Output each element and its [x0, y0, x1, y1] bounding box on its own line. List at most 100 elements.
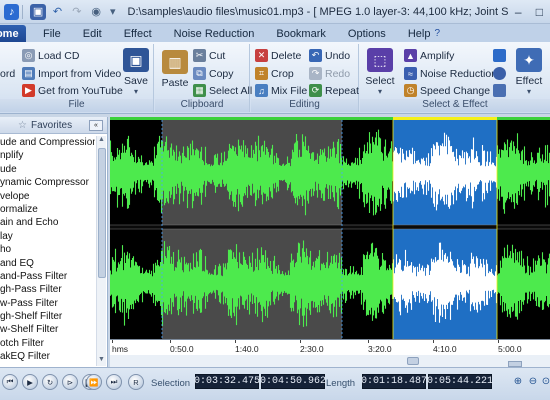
zoom-in-icon[interactable]: ⊕ — [511, 374, 525, 388]
maximize-button[interactable]: □ — [529, 2, 550, 22]
tab-edit[interactable]: Edit — [72, 25, 113, 42]
tab-bookmark[interactable]: Bookmark — [265, 25, 337, 42]
ruler-label: 1:40.0 — [235, 344, 259, 354]
fast-forward-icon[interactable]: ⏩ — [86, 374, 102, 390]
delete-button[interactable]: ✕ Delete — [255, 49, 301, 62]
scroll-up-icon[interactable]: ▲ — [97, 136, 106, 146]
loop-icon[interactable]: ↻ — [42, 374, 58, 390]
repeat-icon: ⟳ — [309, 84, 322, 97]
favorites-scrollbar[interactable]: ▲ ▼ — [96, 136, 106, 366]
favorite-item[interactable]: ho — [0, 243, 95, 256]
minimize-button[interactable]: – — [508, 2, 529, 22]
favorites-list: ude and Compression nplify ude ynamic Compr… — [0, 136, 95, 364]
favorite-item[interactable]: ude and Compression — [0, 136, 95, 149]
total-length-field: 0:05:44.221 — [427, 374, 494, 389]
eq-icon[interactable] — [493, 84, 506, 97]
group-select-effect: ⬚ Select ▾ ▲ Amplify ≈ Noise Reduction ◷ Spee… — [360, 44, 550, 112]
zoom-fit-icon[interactable]: ⊙ — [539, 374, 550, 388]
mix-file-button[interactable]: ♫ Mix File — [255, 84, 307, 97]
effect-button[interactable]: ✦ Effect ▾ — [512, 48, 546, 96]
play-selection-icon[interactable]: ⊳ — [62, 374, 78, 390]
selection-end-field[interactable]: 0:04:50.962 — [260, 374, 326, 389]
save-icon[interactable]: ▣ — [30, 3, 46, 20]
crop-button[interactable]: ⌗ Crop — [255, 67, 294, 80]
repeat-label: Repeat — [325, 84, 359, 97]
speed-change-label: Speed Change — [420, 84, 491, 97]
favorite-item[interactable]: ain and Echo — [0, 216, 95, 229]
favorite-item[interactable]: w-Shelf Filter — [0, 323, 95, 336]
echo-icon[interactable] — [493, 67, 506, 80]
speed-change-button[interactable]: ◷ Speed Change — [404, 84, 490, 97]
tab-home[interactable]: Home — [0, 25, 26, 42]
pin-icon[interactable]: « — [89, 120, 103, 131]
tab-label: Home — [0, 27, 19, 40]
scrollbar-thumb[interactable] — [98, 148, 106, 278]
customize-icon[interactable]: ▾ — [108, 4, 118, 20]
fade-icon[interactable] — [493, 49, 506, 62]
load-cd-button[interactable]: ◎ Load CD — [22, 49, 79, 62]
amplify-label: Amplify — [420, 49, 455, 62]
favorite-item[interactable]: and EQ — [0, 257, 95, 270]
play-icon[interactable]: ▶ — [22, 374, 38, 390]
favorite-item[interactable]: nplify — [0, 149, 95, 162]
select-label: Select — [365, 75, 395, 87]
scrollbar-thumb[interactable] — [407, 357, 419, 365]
undo-button[interactable]: ↶ Undo — [309, 49, 350, 62]
scroll-down-icon[interactable]: ▼ — [97, 356, 106, 366]
waveform-view[interactable] — [110, 117, 550, 339]
import-video-label: Import from Video — [38, 67, 122, 80]
favorite-item[interactable]: and-Pass Filter — [0, 270, 95, 283]
record-button[interactable]: ord — [0, 68, 15, 80]
record-button[interactable]: R — [128, 374, 144, 390]
favorite-item[interactable]: w-Pass Filter — [0, 297, 95, 310]
noise-reduction-button[interactable]: ≈ Noise Reduction — [404, 67, 497, 80]
mix-icon: ♫ — [255, 84, 268, 97]
tab-effect[interactable]: Effect — [113, 25, 163, 42]
tab-label: Bookmark — [276, 27, 326, 40]
tab-file[interactable]: File — [32, 25, 72, 42]
favorite-item[interactable]: ude — [0, 163, 95, 176]
copy-label: Copy — [209, 67, 234, 80]
favorite-item[interactable]: ormalize — [0, 203, 95, 216]
redo-button[interactable]: ↷ Redo — [309, 67, 350, 80]
selection-length-field: 0:01:18.487 — [361, 374, 428, 389]
youtube-button[interactable]: ▶ Get from YouTube — [22, 84, 123, 97]
redo-icon[interactable]: ↷ — [69, 4, 84, 20]
amplify-button[interactable]: ▲ Amplify — [404, 49, 454, 62]
ruler-tick — [112, 340, 113, 343]
import-video-button[interactable]: ▤ Import from Video — [22, 67, 121, 80]
favorite-item[interactable]: gh-Shelf Filter — [0, 310, 95, 323]
previous-icon[interactable]: ⏮ — [2, 374, 18, 390]
paste-button[interactable]: ▥ Paste — [159, 50, 191, 89]
waveform-scrollbar[interactable] — [110, 355, 550, 367]
favorite-item[interactable]: velope — [0, 190, 95, 203]
copy-icon: ⧉ — [193, 67, 206, 80]
select-all-button[interactable]: ▦ Select All — [193, 84, 252, 97]
tab-help[interactable]: Help? — [397, 25, 451, 42]
favorites-title: Favorites — [30, 119, 73, 131]
favorite-item[interactable]: akEQ Filter — [0, 350, 95, 363]
tab-options[interactable]: Options — [337, 25, 397, 42]
favorite-item[interactable]: lay — [0, 230, 95, 243]
selection-start-field[interactable]: 0:03:32.475 — [194, 374, 260, 389]
chevron-down-icon: ▾ — [377, 87, 382, 96]
disc-icon[interactable]: ◉ — [89, 4, 104, 20]
repeat-button[interactable]: ⟳ Repeat — [309, 84, 359, 97]
zoom-out-icon[interactable]: ⊖ — [526, 374, 540, 388]
favorite-item[interactable]: ynamic Compressor — [0, 176, 95, 189]
save-button[interactable]: ▣ Save ▾ — [120, 48, 152, 96]
copy-button[interactable]: ⧉ Copy — [193, 67, 234, 80]
title-bar: ♪ ▣ ↶ ↷ ◉ ▾ D:\samples\audio files\music… — [0, 0, 550, 24]
ruler-tick — [300, 340, 301, 343]
select-button[interactable]: ⬚ Select ▾ — [364, 48, 396, 96]
tab-label: Help — [407, 27, 431, 40]
ruler-tick — [498, 340, 499, 343]
favorite-item[interactable]: otch Filter — [0, 337, 95, 350]
cut-button[interactable]: ✂ Cut — [193, 49, 225, 62]
favorite-item[interactable]: gh-Pass Filter — [0, 283, 95, 296]
next-icon[interactable]: ⏭ — [106, 374, 122, 390]
app-icon[interactable]: ♪ — [4, 3, 20, 20]
undo-icon[interactable]: ↶ — [50, 4, 65, 20]
favorites-header: ☆ Favorites « — [0, 117, 107, 134]
tab-noise-reduction[interactable]: Noise Reduction — [163, 25, 266, 42]
